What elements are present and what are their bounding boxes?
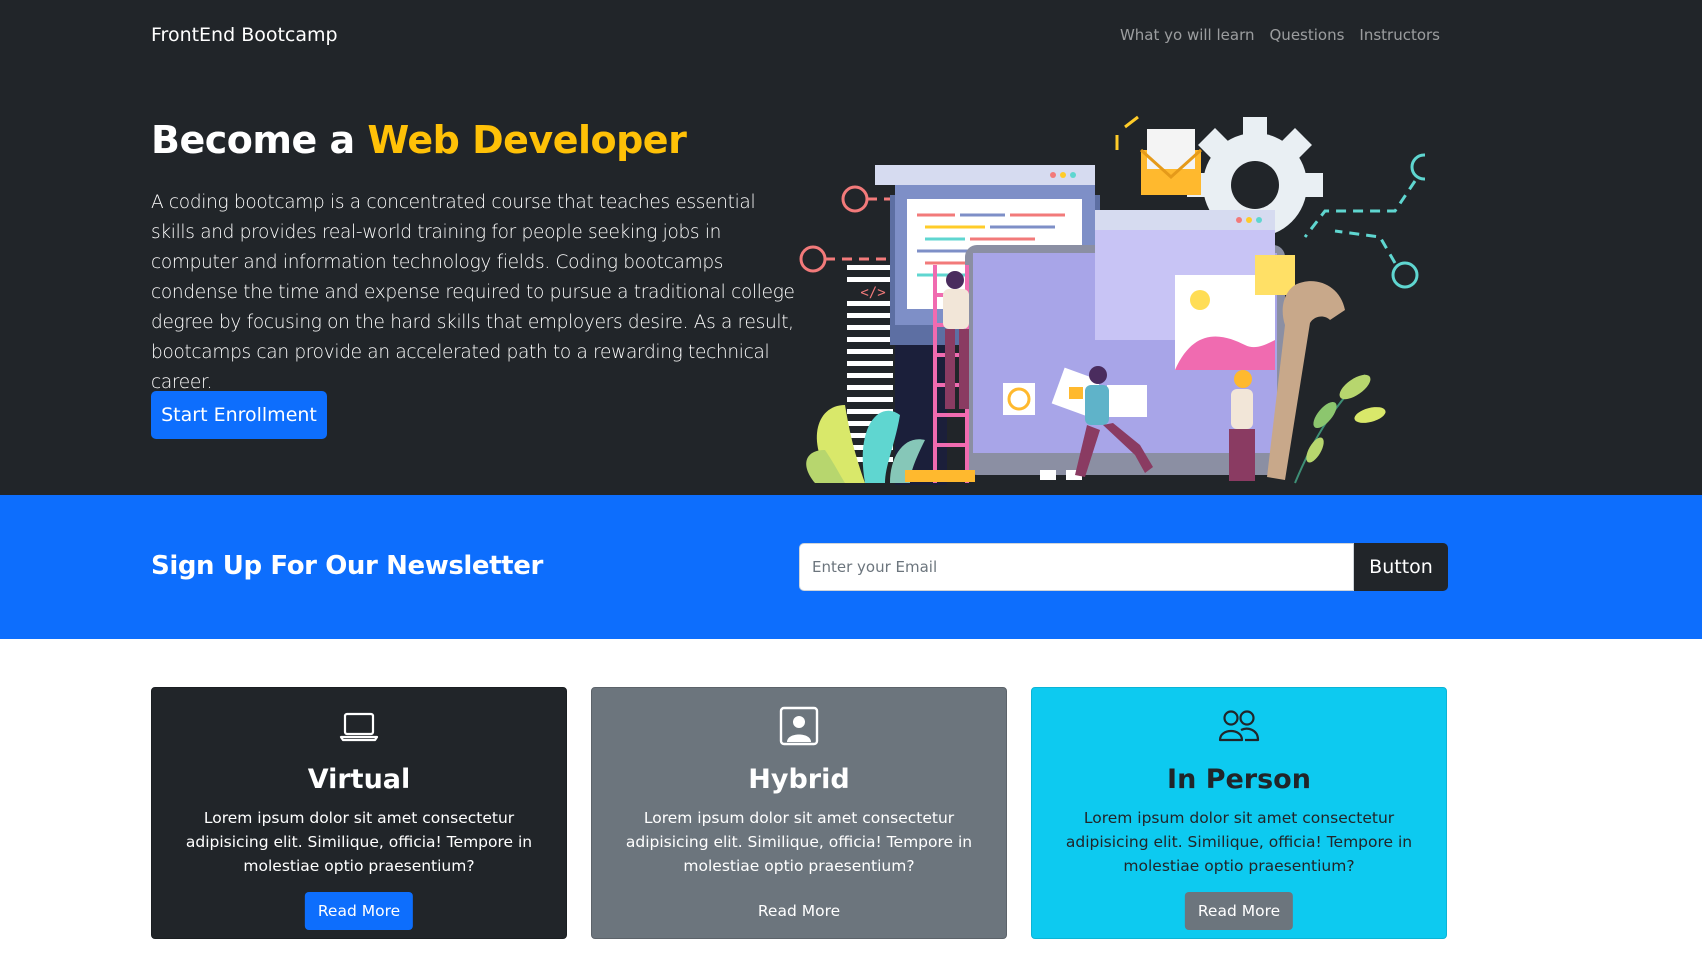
box-text: Lorem ipsum dolor sit amet consectetur a… — [185, 809, 533, 875]
code-tag-text: </> — [860, 285, 885, 301]
read-more-button-in-person[interactable]: Read More — [1184, 892, 1294, 930]
hero-description: A coding bootcamp is a concentrated cour… — [151, 192, 795, 393]
start-enrollment-button[interactable]: Start Enrollment — [151, 391, 327, 439]
email-input[interactable] — [799, 543, 1354, 591]
nav-links: What yo will learn Questions Instructors — [1120, 26, 1440, 44]
box-hybrid: Hybrid Lorem ipsum dolor sit amet consec… — [591, 687, 1007, 939]
person-square-icon — [779, 706, 819, 746]
hero-title-accent: Web Developer — [367, 118, 687, 162]
learning-options: Virtual Lorem ipsum dolor sit amet conse… — [151, 687, 1448, 939]
newsletter-submit-button[interactable]: Button — [1354, 543, 1448, 591]
box-text: Lorem ipsum dolor sit amet consectetur a… — [1065, 809, 1413, 875]
read-more-button-hybrid[interactable]: Read More — [745, 892, 853, 930]
web-developer-illustration: </> — [799, 115, 1425, 485]
box-title: In Person — [1167, 764, 1311, 795]
people-icon — [1218, 710, 1260, 742]
newsletter-title: Sign Up For Our Newsletter — [151, 551, 543, 581]
hero-title: Become a Web Developer — [151, 118, 687, 162]
nav-link-instructors[interactable]: Instructors — [1359, 26, 1440, 44]
navbar: FrontEnd Bootcamp What yo will learn Que… — [0, 0, 1702, 70]
box-in-person: In Person Lorem ipsum dolor sit amet con… — [1031, 687, 1447, 939]
hero-section: Become a Web Developer A coding bootcamp… — [0, 70, 1702, 495]
brand-logo-text[interactable]: FrontEnd Bootcamp — [151, 24, 338, 46]
box-virtual: Virtual Lorem ipsum dolor sit amet conse… — [151, 687, 567, 939]
nav-link-questions[interactable]: Questions — [1270, 26, 1345, 44]
newsletter-section: Sign Up For Our Newsletter Button — [0, 495, 1702, 639]
laptop-icon — [339, 712, 379, 742]
box-title: Virtual — [307, 764, 411, 795]
box-title: Hybrid — [748, 764, 850, 795]
nav-link-what-you-will-learn[interactable]: What yo will learn — [1120, 26, 1255, 44]
box-text: Lorem ipsum dolor sit amet consectetur a… — [625, 809, 973, 875]
hero-title-prefix: Become a — [151, 118, 355, 162]
read-more-button-virtual[interactable]: Read More — [304, 892, 414, 930]
